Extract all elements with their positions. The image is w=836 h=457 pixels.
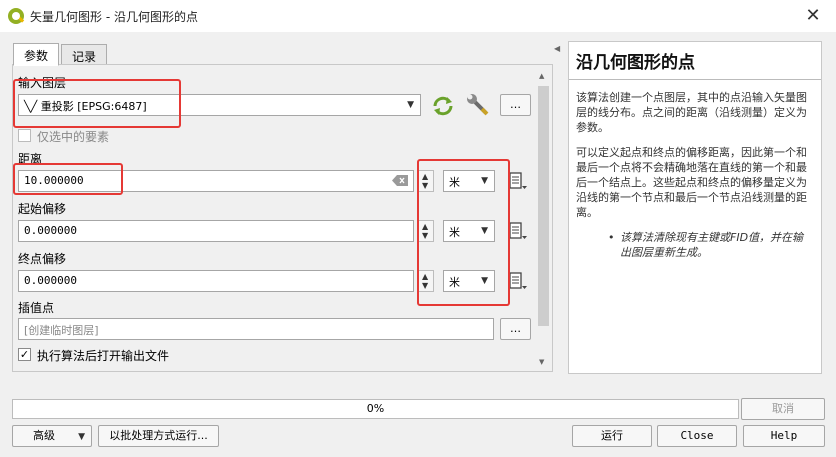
scroll-up-icon[interactable]: ▲ <box>539 72 544 80</box>
help-title: 沿几何图形的点 <box>576 53 695 73</box>
window-title: 矢量几何图形 - 沿几何图形的点 <box>30 10 198 24</box>
help-paragraph-1: 该算法创建一个点图层，其中的点沿输入矢量图层的线分布。点之间的距离（沿线测量）定… <box>576 91 807 134</box>
tab-log[interactable]: 记录 <box>61 44 108 66</box>
data-defined-override-icon[interactable] <box>508 171 528 191</box>
highlight-distance <box>13 163 123 195</box>
open-output-label: 执行算法后打开输出文件 <box>37 349 170 363</box>
start-offset-label: 起始偏移 <box>18 202 67 216</box>
selected-only-checkbox[interactable] <box>18 129 31 142</box>
help-divider <box>569 79 821 80</box>
help-paragraph-2: 可以定义起点和终点的偏移距离，因此第一个和最后一个点将不会精确地落在直线的第一个… <box>576 146 807 219</box>
chevron-down-icon: ▼ <box>407 100 414 110</box>
help-panel: 沿几何图形的点 该算法创建一个点图层，其中的点沿输入矢量图层的线分布。点之间的距… <box>568 41 822 374</box>
wrench-icon[interactable] <box>465 93 491 119</box>
highlight-input-layer <box>13 79 181 128</box>
iterate-icon[interactable] <box>430 94 456 118</box>
start-offset-input[interactable]: 0.000000 <box>18 220 414 242</box>
progress-bar: 0% <box>12 399 739 419</box>
output-path-input[interactable]: [创建临时图层] <box>18 318 494 340</box>
clear-icon[interactable] <box>392 175 408 186</box>
scroll-down-icon[interactable]: ▼ <box>539 358 544 366</box>
advanced-label: 高级 <box>33 429 55 442</box>
progress-text: 0% <box>366 402 385 415</box>
selected-only-label: 仅选中的要素 <box>37 130 110 144</box>
scrollbar-thumb[interactable] <box>538 86 549 326</box>
run-button[interactable]: 运行 <box>572 425 652 447</box>
open-output-checkbox[interactable]: ✓ <box>18 348 31 361</box>
end-offset-label: 终点偏移 <box>18 252 67 266</box>
cancel-button[interactable]: 取消 <box>741 398 825 420</box>
tab-parameters[interactable]: 参数 <box>13 43 60 66</box>
collapse-help-icon[interactable]: ◀ <box>554 44 560 53</box>
output-label: 插值点 <box>18 301 55 315</box>
batch-process-button[interactable]: 以批处理方式运行... <box>98 425 219 447</box>
advanced-button[interactable]: 高级 ▼ <box>12 425 92 447</box>
qgis-logo-icon <box>8 8 24 24</box>
chevron-down-icon: ▼ <box>78 432 85 442</box>
data-defined-override-icon[interactable] <box>508 221 528 241</box>
title-bar: 矢量几何图形 - 沿几何图形的点 ✕ <box>0 0 836 32</box>
end-offset-input[interactable]: 0.000000 <box>18 270 414 292</box>
close-button[interactable]: Close <box>657 425 737 447</box>
output-options-button[interactable]: … <box>500 318 531 340</box>
help-note: 该算法清除现有主键或FID值，并在输出图层重新生成。 <box>576 230 814 260</box>
highlight-units <box>417 159 510 306</box>
input-layer-options-button[interactable]: … <box>500 94 531 116</box>
help-button[interactable]: Help <box>743 425 825 447</box>
data-defined-override-icon[interactable] <box>508 271 528 291</box>
window-close-button[interactable]: ✕ <box>798 4 828 28</box>
